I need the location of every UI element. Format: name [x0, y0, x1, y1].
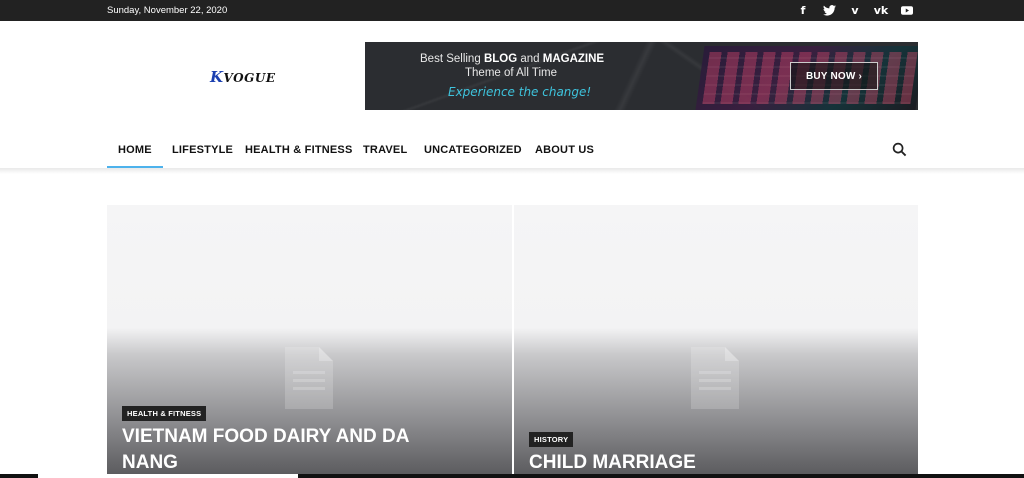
banner-line-1-prefix: Best Selling — [420, 53, 484, 65]
banner-line-1: Best Selling BLOG and MAGAZINE — [420, 53, 604, 65]
featured-post-card[interactable]: HISTORY CHILD MARRIAGE — [514, 205, 918, 478]
main-navigation: HOME LIFESTYLE HEALTH & FITNESS TRAVEL U… — [0, 131, 1024, 174]
youtube-icon[interactable] — [900, 3, 914, 17]
category-badge[interactable]: HISTORY — [529, 432, 574, 447]
post-title[interactable]: CHILD MARRIAGE — [529, 450, 909, 476]
social-links: f v vk — [796, 3, 914, 17]
post-title[interactable]: VIETNAM FOOD DAIRY AND DA NANG — [122, 424, 502, 476]
nav-item-about-us[interactable]: ABOUT US — [535, 144, 594, 156]
category-badge[interactable]: HEALTH & FITNESS — [122, 406, 207, 421]
post-image-placeholder — [514, 205, 918, 478]
nav-item-health-fitness[interactable]: HEALTH & FITNESS — [245, 144, 353, 156]
post-title-line-1: VIETNAM FOOD DAIRY AND DA — [122, 426, 410, 447]
buy-now-label: BUY NOW — [805, 70, 856, 82]
vk-icon[interactable]: vk — [874, 3, 889, 17]
vimeo-icon[interactable]: v — [848, 3, 862, 17]
post-title-line-2: NANG — [122, 452, 178, 473]
top-bar: Sunday, November 22, 2020 f v vk — [0, 0, 1024, 21]
logo-text: VOGUE — [223, 71, 276, 85]
scrollbar-thumb[interactable] — [38, 474, 298, 478]
search-icon[interactable] — [892, 142, 908, 158]
logo-letter: K — [210, 68, 224, 86]
banner-line-2: Theme of All Time — [465, 67, 558, 79]
nav-item-lifestyle[interactable]: LIFESTYLE — [172, 144, 233, 156]
site-logo[interactable]: KVOGUE — [210, 68, 275, 86]
chevron-right-icon: › — [858, 70, 863, 82]
banner-blog-word: BLOG — [483, 53, 518, 65]
document-placeholder-icon — [285, 347, 333, 409]
twitter-icon[interactable] — [822, 3, 836, 17]
featured-post-card[interactable]: HEALTH & FITNESS VIETNAM FOOD DAIRY AND … — [107, 205, 512, 478]
site-header: KVOGUE Best Selling BLOG and MAGAZINE Th… — [0, 21, 1024, 131]
nav-shadow — [0, 168, 1024, 174]
banner-magazine-word: MAGAZINE — [542, 53, 605, 65]
banner-tagline: Experience the change! — [448, 85, 592, 99]
document-placeholder-icon — [691, 347, 739, 409]
nav-item-home[interactable]: HOME — [107, 144, 163, 169]
facebook-icon[interactable]: f — [796, 3, 810, 17]
header-ad-banner[interactable]: Best Selling BLOG and MAGAZINE Theme of … — [365, 42, 918, 110]
nav-item-uncategorized[interactable]: UNCATEGORIZED — [424, 144, 522, 156]
buy-now-button[interactable]: BUY NOW › — [790, 62, 878, 90]
banner-line-1-mid: and — [517, 53, 543, 65]
nav-item-travel[interactable]: TRAVEL — [363, 144, 407, 156]
horizontal-scrollbar[interactable] — [0, 474, 1024, 478]
current-date: Sunday, November 22, 2020 — [107, 5, 228, 16]
